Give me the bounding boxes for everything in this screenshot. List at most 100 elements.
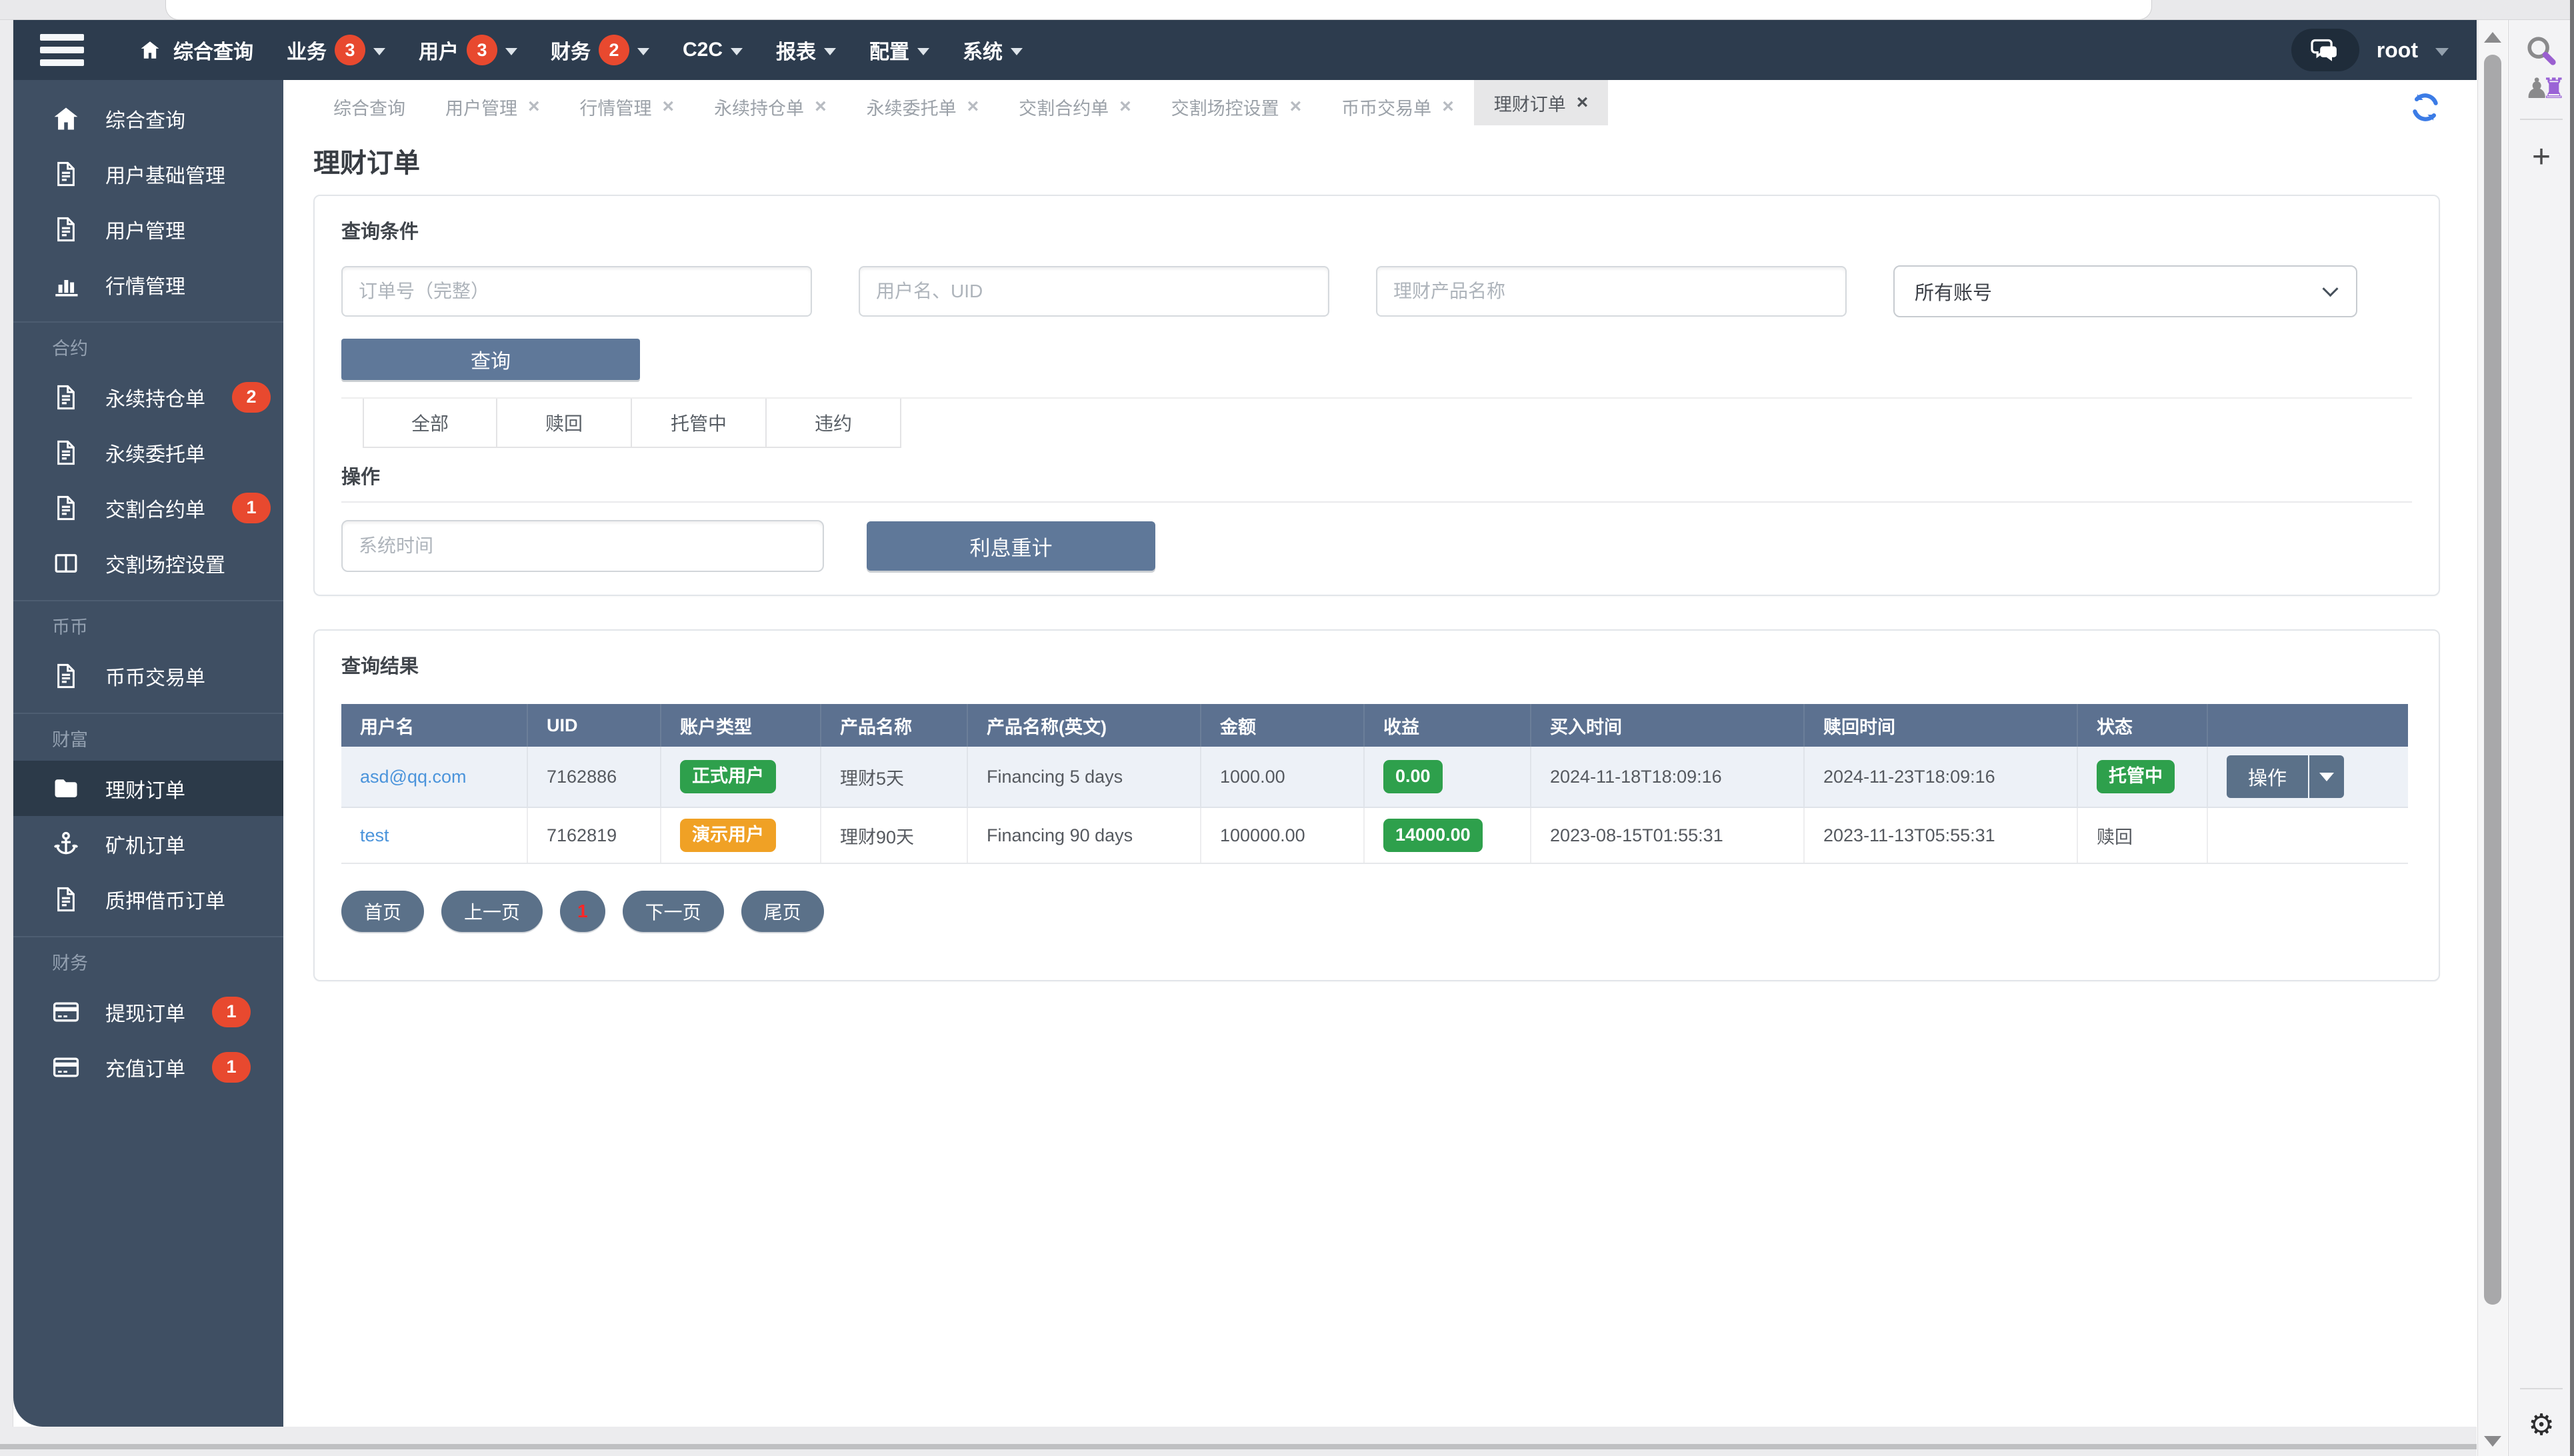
sidebar-item-spot-trades[interactable]: 币币交易单 (13, 648, 283, 703)
nav-home[interactable]: 综合查询 (135, 35, 253, 65)
chevron-down-icon (731, 47, 743, 55)
redeem-time-value: 2024-11-23T18:09:16 (1823, 766, 1995, 787)
columns-icon (51, 548, 81, 579)
sidebar-item-perpetual-orders[interactable]: 永续委托单 (13, 425, 283, 480)
interest-recalc-button[interactable]: 利息重计 (867, 521, 1155, 571)
action-dropdown-toggle[interactable] (2308, 755, 2344, 798)
status-badge: 托管中 (2097, 760, 2175, 793)
filter-tab-in-custody[interactable]: 托管中 (632, 399, 767, 447)
close-icon[interactable]: × (967, 97, 979, 117)
sidebar-item-financing-orders[interactable]: 理财订单 (13, 761, 283, 816)
tab-market-mgmt[interactable]: 行情管理 × (560, 80, 695, 133)
sidebar-item-perpetual-positions[interactable]: 永续持仓单 2 (13, 369, 283, 425)
close-icon[interactable]: × (1119, 97, 1131, 117)
account-type-select[interactable]: 所有账号 (1893, 265, 2357, 317)
folder-icon (51, 773, 81, 804)
nav-menu-users[interactable]: 用户 3 (419, 35, 517, 65)
tab-label: 永续持仓单 (714, 98, 805, 119)
plus-icon[interactable]: + (2532, 139, 2551, 175)
chevron-down-icon (1011, 47, 1023, 55)
username-link[interactable]: asd@qq.com (360, 767, 466, 787)
pagination-last[interactable]: 尾页 (741, 891, 824, 932)
filter-tab-default[interactable]: 违约 (767, 399, 901, 447)
nav-menu-system[interactable]: 系统 (963, 35, 1023, 65)
main-content: 综合查询 用户管理 × 行情管理 × 永续持仓单 × 永续委托单 × 交割合约单 × 交割… (283, 80, 2477, 1427)
pagination-current-page[interactable]: 1 (560, 891, 605, 932)
row-action-button[interactable]: 操作 (2227, 755, 2344, 798)
nav-menu-c2c[interactable]: C2C (683, 39, 743, 61)
sidebar-badge: 1 (232, 492, 271, 523)
credit-card-icon (51, 997, 81, 1027)
username-link[interactable]: test (360, 825, 389, 846)
page-title: 理财订单 (313, 149, 420, 178)
tab-label: 理财订单 (1493, 94, 1566, 115)
filter-tab-all[interactable]: 全部 (363, 399, 497, 447)
buy-time-value: 2023-08-15T01:55:31 (1550, 825, 1723, 845)
search-button[interactable]: 查询 (341, 339, 640, 380)
tab-perpetual-positions[interactable]: 永续持仓单 × (694, 80, 847, 133)
scrollbar-up-arrow[interactable] (2484, 32, 2501, 43)
sidebar-item-miner-orders[interactable]: 矿机订单 (13, 816, 283, 871)
sidebar-item-label: 用户基础管理 (105, 165, 225, 187)
gear-icon[interactable]: ⚙ (2528, 1408, 2554, 1442)
product-name-input[interactable] (1376, 266, 1847, 317)
account-type-badge: 正式用户 (680, 760, 776, 793)
close-icon[interactable]: × (815, 97, 827, 117)
profit-badge: 0.00 (1383, 760, 1443, 793)
sidebar-item-delivery-contracts[interactable]: 交割合约单 1 (13, 480, 283, 535)
sidebar-item-delivery-control[interactable]: 交割场控设置 (13, 535, 283, 591)
chess-pieces-icon[interactable]: ♟ ♜ (2524, 75, 2566, 103)
results-table: 用户名 UID 账户类型 产品名称 产品名称(英文) 金额 收益 买入时间 赎回… (341, 704, 2408, 864)
nav-menu-config[interactable]: 配置 (869, 35, 930, 65)
browser-bottom-edge (0, 1427, 2477, 1456)
tab-perpetual-orders[interactable]: 永续委托单 × (847, 80, 999, 133)
sidebar-item-user-mgmt[interactable]: 用户管理 (13, 201, 283, 257)
close-icon[interactable]: × (1442, 97, 1454, 117)
nav-menu-reports[interactable]: 报表 (776, 35, 837, 65)
sidebar-item-overview[interactable]: 综合查询 (13, 91, 283, 146)
buy-time-value: 2024-11-18T18:09:16 (1550, 766, 1722, 787)
pagination-first[interactable]: 首页 (341, 891, 425, 932)
vertical-scrollbar[interactable] (2477, 20, 2507, 1456)
tab-spot-trades[interactable]: 币币交易单 × (1321, 80, 1474, 133)
close-icon[interactable]: × (663, 97, 675, 117)
search-icon[interactable] (2524, 33, 2559, 68)
sidebar-item-market-mgmt[interactable]: 行情管理 (13, 257, 283, 312)
hamburger-menu-icon[interactable] (40, 34, 87, 66)
pagination: 首页 上一页 1 下一页 尾页 (341, 891, 2412, 932)
nav-menu-business[interactable]: 业务 3 (287, 35, 385, 65)
sidebar-section-title: 币币 (52, 617, 88, 637)
order-number-input[interactable] (341, 266, 812, 317)
close-icon[interactable]: × (1290, 97, 1302, 117)
nav-label: 用户 (419, 41, 459, 63)
close-icon[interactable]: × (528, 97, 540, 117)
system-time-input[interactable] (341, 520, 824, 572)
close-icon[interactable]: × (1577, 93, 1589, 113)
chevron-down-icon[interactable] (2435, 48, 2449, 56)
refresh-icon[interactable] (2409, 91, 2442, 124)
tab-overview[interactable]: 综合查询 (313, 80, 425, 133)
pagination-prev[interactable]: 上一页 (441, 891, 543, 932)
sidebar-item-pledge-loan-orders[interactable]: 质押借币订单 (13, 871, 283, 927)
sidebar-item-label: 币币交易单 (105, 667, 205, 689)
sidebar-item-user-base[interactable]: 用户基础管理 (13, 146, 283, 201)
pagination-next[interactable]: 下一页 (622, 891, 724, 932)
scrollbar-thumb[interactable] (2484, 55, 2501, 1305)
tab-financing-orders[interactable]: 理财订单 × (1473, 80, 1609, 125)
sidebar-item-label: 交割合约单 (105, 499, 205, 521)
username-uid-input[interactable] (859, 266, 1329, 317)
filter-tab-redeemed[interactable]: 赎回 (497, 399, 632, 447)
sidebar-item-withdraw-orders[interactable]: 提现订单 1 (13, 984, 283, 1039)
sidebar-item-deposit-orders[interactable]: 充值订单 1 (13, 1039, 283, 1095)
document-icon (51, 159, 81, 189)
user-menu[interactable]: root (2377, 38, 2418, 63)
scrollbar-down-arrow[interactable] (2484, 1436, 2501, 1447)
product-value: 理财5天 (840, 768, 905, 789)
tab-delivery-control[interactable]: 交割场控设置 × (1151, 80, 1322, 133)
sidebar-item-label: 理财订单 (105, 779, 185, 802)
nav-menu-finance[interactable]: 财务 2 (551, 35, 649, 65)
tab-delivery-contracts[interactable]: 交割合约单 × (999, 80, 1151, 133)
action-button-label[interactable]: 操作 (2227, 755, 2308, 798)
chat-button[interactable] (2291, 29, 2359, 71)
tab-user-mgmt[interactable]: 用户管理 × (425, 80, 560, 133)
